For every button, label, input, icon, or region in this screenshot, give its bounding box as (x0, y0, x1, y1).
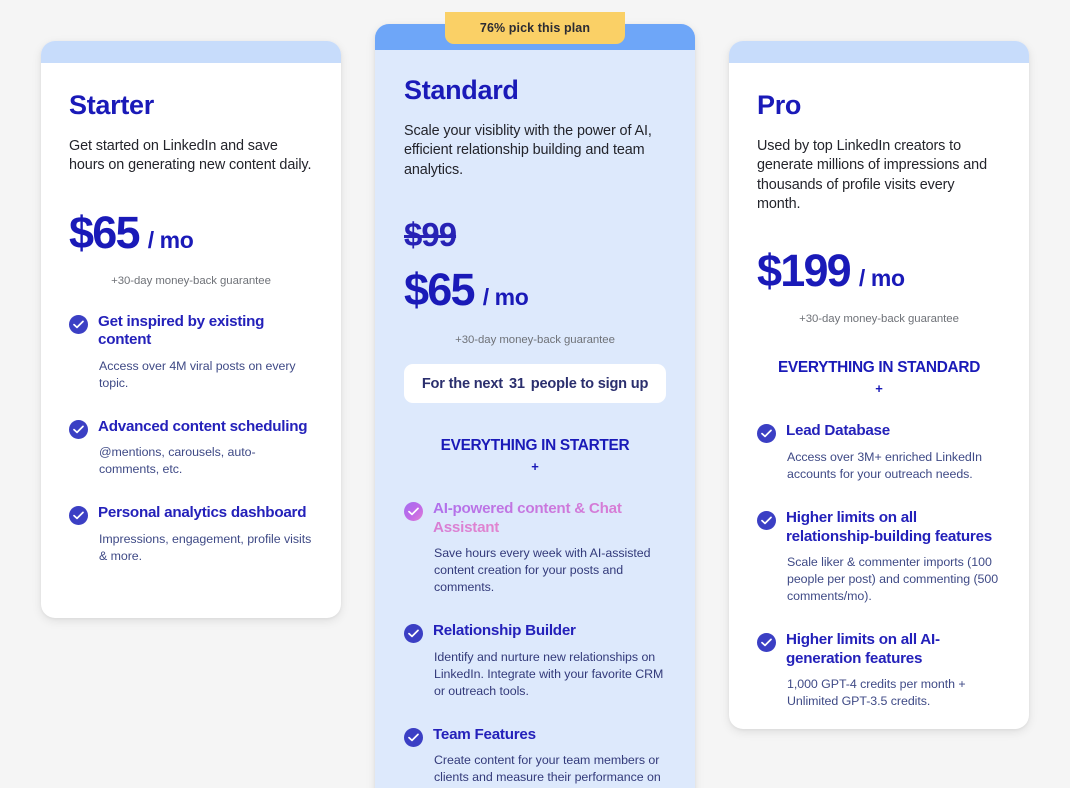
plan-name-standard: Standard (404, 75, 519, 105)
plan-name-pro: Pro (757, 90, 802, 120)
pricing-card-starter[interactable]: Starter Get started on LinkedIn and save… (41, 41, 341, 618)
signup-scarcity-pill: For the next 31 people to sign up (404, 364, 666, 403)
price-period-standard: / mo (482, 284, 529, 310)
check-circle-icon (757, 510, 776, 530)
feature-title: Higher limits on all AI-generation featu… (786, 631, 940, 667)
check-circle-gradient-icon (404, 502, 423, 521)
guarantee-text-standard: +30-day money-back guarantee (455, 334, 615, 346)
plan-description-pro: Used by top LinkedIn creators to generat… (757, 137, 987, 212)
popular-plan-badge: 76% pick this plan (445, 12, 625, 44)
check-circle-icon (404, 624, 423, 644)
feature-item: Higher limits on all relationship-buildi… (757, 509, 1001, 605)
feature-title: AI-powered content & Chat Assistant (433, 500, 622, 536)
feature-title: Personal analytics dashboard (98, 504, 307, 522)
signup-prefix: For the next (421, 375, 503, 392)
feature-list-starter: Get inspired by existing content Access … (69, 313, 313, 565)
everything-in-label-standard: EVERYTHING IN STARTER (440, 437, 630, 454)
price-amount-standard: $65 (404, 264, 475, 315)
signup-suffix: people to sign up (530, 375, 649, 392)
feature-list-standard: AI-powered content & Chat Assistant Save… (404, 500, 666, 788)
feature-title: Higher limits on all relationship-buildi… (786, 508, 992, 545)
feature-description: Save hours every week with AI-assisted c… (434, 546, 651, 595)
feature-item: Advanced content scheduling @mentions, c… (69, 418, 313, 479)
check-circle-icon (69, 506, 88, 526)
price-row-starter: $65 / mo (69, 210, 313, 255)
everything-plus-sign-standard: + (531, 459, 539, 474)
price-amount-pro: $199 (757, 245, 852, 297)
feature-description: Create content for your team members or … (434, 753, 661, 788)
feature-list-pro: Lead Database Access over 3M+ enriched L… (757, 422, 1001, 710)
feature-item: Lead Database Access over 3M+ enriched L… (757, 422, 1001, 483)
price-row-standard: $65 / mo (404, 267, 666, 312)
guarantee-text-starter: +30-day money-back guarantee (111, 274, 271, 287)
feature-item: Personal analytics dashboard Impressions… (69, 504, 313, 565)
plan-description-starter: Get started on LinkedIn and save hours o… (69, 137, 312, 174)
feature-description: 1,000 GPT-4 credits per month + Unlimite… (787, 677, 966, 709)
card-top-strip-pro (729, 41, 1029, 63)
price-row-pro: $199 / mo (757, 248, 1001, 293)
feature-item: Relationship Builder Identify and nurtur… (404, 622, 666, 700)
check-circle-icon (69, 314, 88, 334)
feature-title: Team Features (433, 725, 536, 743)
feature-description: Scale liker & commenter imports (100 peo… (787, 555, 999, 604)
feature-item: Higher limits on all AI-generation featu… (757, 631, 1001, 710)
feature-title: Lead Database (786, 422, 890, 440)
signup-count: 31 (508, 375, 525, 392)
check-circle-icon (69, 419, 88, 439)
feature-item: Team Features Create content for your te… (404, 726, 666, 788)
pricing-page: Starter Get started on LinkedIn and save… (0, 0, 1070, 788)
feature-title: Get inspired by existing content (98, 312, 265, 349)
everything-in-label-pro: EVERYTHING IN STANDARD (777, 359, 981, 377)
feature-description: Access over 3M+ enriched LinkedIn accoun… (787, 449, 982, 481)
feature-description: Identify and nurture new relationships o… (434, 649, 664, 698)
feature-description: Access over 4M viral posts on every topi… (99, 358, 296, 390)
feature-item: Get inspired by existing content Access … (69, 313, 313, 392)
check-circle-icon (757, 424, 776, 444)
feature-title: Relationship Builder (433, 622, 576, 640)
pricing-card-pro[interactable]: Pro Used by top LinkedIn creators to gen… (729, 41, 1029, 729)
pricing-card-standard[interactable]: Standard Scale your visiblity with the p… (375, 24, 695, 788)
card-top-strip-starter (41, 41, 341, 63)
feature-description: Impressions, engagement, profile visits … (99, 531, 312, 563)
everything-plus-sign-pro: + (875, 381, 883, 397)
feature-item: AI-powered content & Chat Assistant Save… (404, 500, 666, 596)
plan-name-starter: Starter (69, 90, 154, 120)
feature-title: Advanced content scheduling (98, 417, 308, 435)
price-period-pro: / mo (858, 265, 905, 292)
guarantee-text-pro: +30-day money-back guarantee (799, 313, 959, 326)
price-amount-starter: $65 (69, 206, 140, 258)
plan-description-standard: Scale your visiblity with the power of A… (404, 122, 652, 178)
price-period-starter: / mo (147, 226, 194, 253)
check-circle-icon (404, 727, 423, 747)
price-original-standard: $99 (404, 216, 457, 253)
feature-description: @mentions, carousels, auto-comments, etc… (99, 445, 256, 477)
check-circle-icon (757, 633, 776, 652)
